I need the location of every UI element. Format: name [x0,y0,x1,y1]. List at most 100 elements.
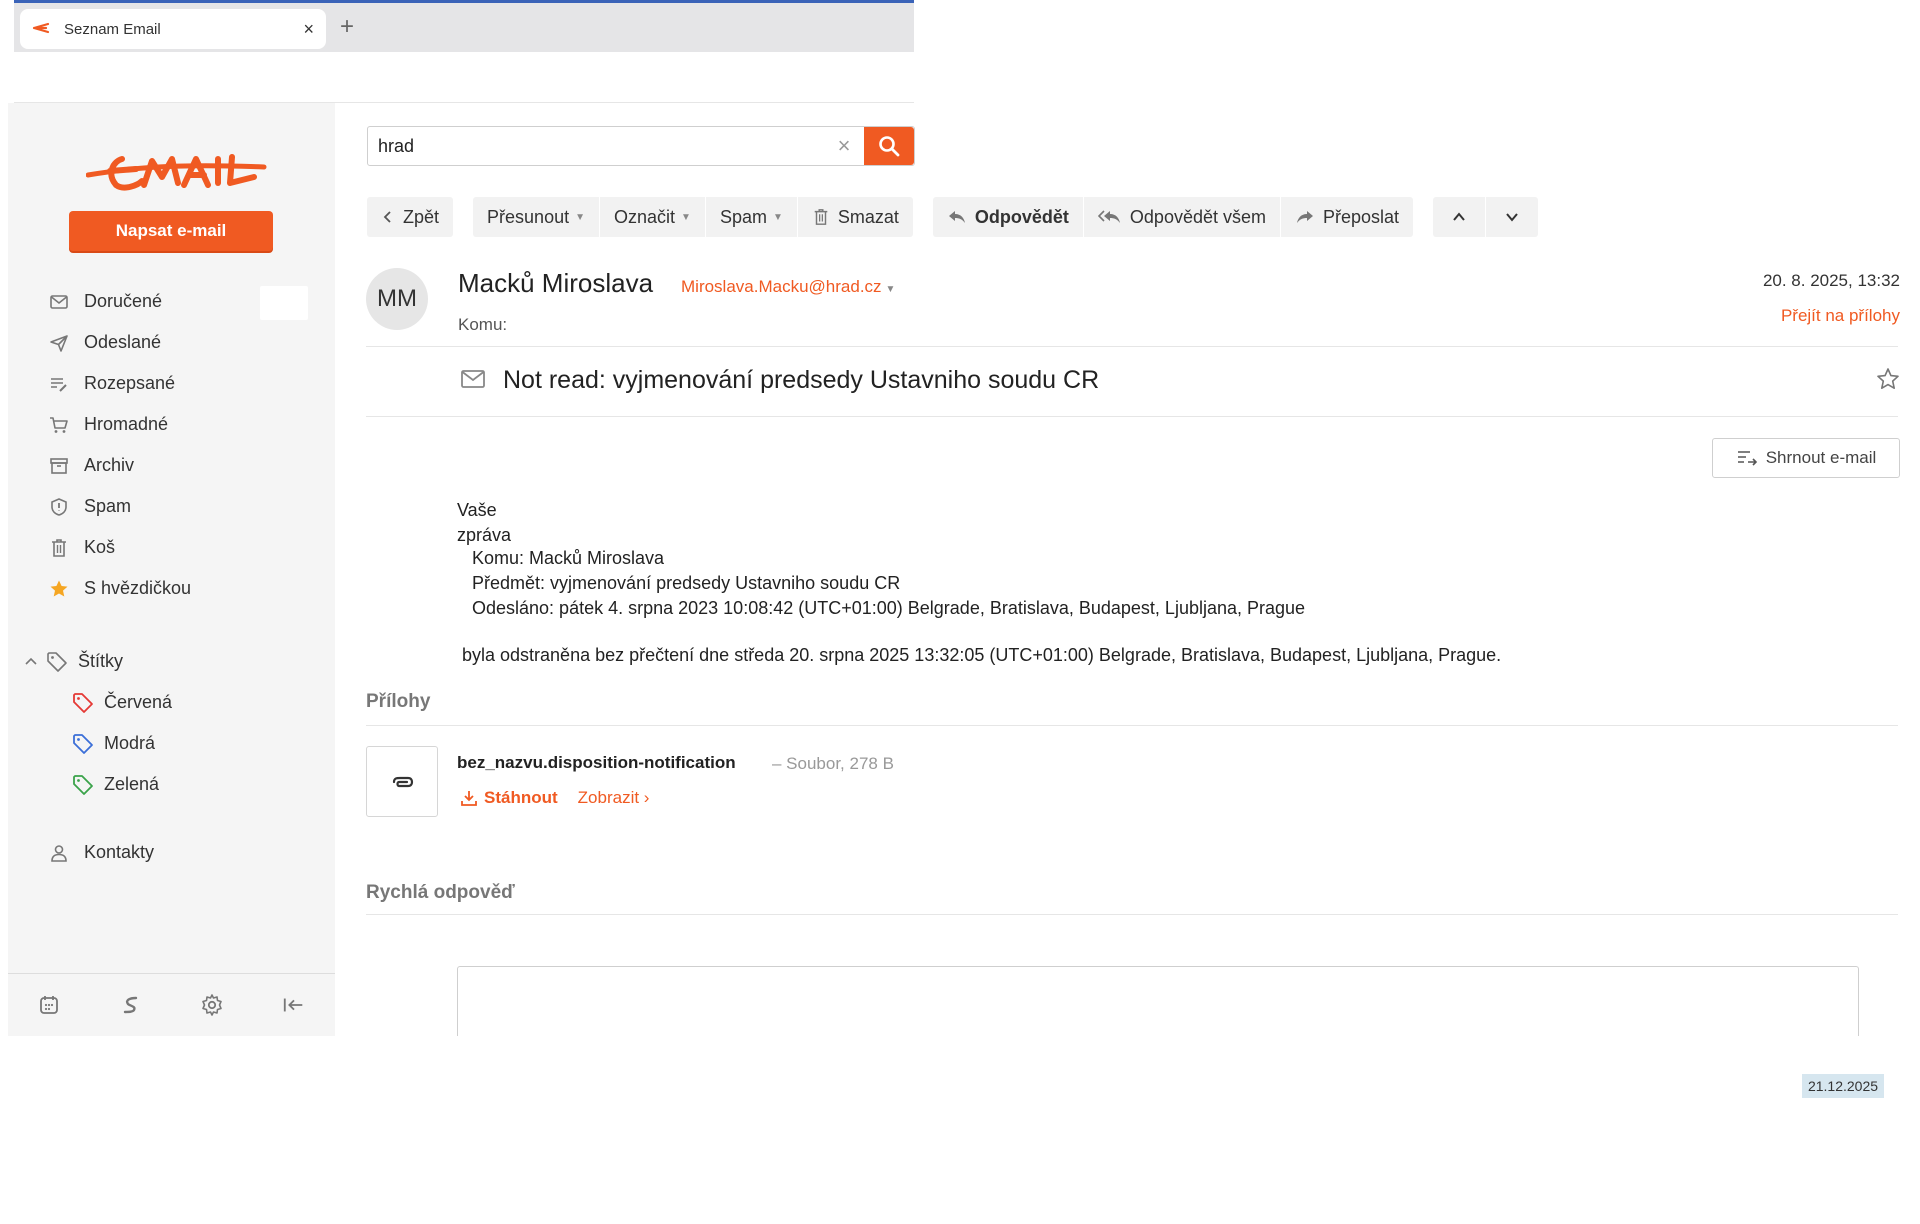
mark-button[interactable]: Označit ▼ [600,197,706,237]
spam-button[interactable]: Spam ▼ [706,197,798,237]
quick-reply-title: Rychlá odpověď [366,882,515,903]
toolbar-group-back: Zpět [367,197,454,237]
sidebar-item-sent[interactable]: Odeslané [8,322,335,363]
archive-icon [48,455,70,477]
reply-icon [948,211,965,223]
shield-icon [48,496,70,518]
sidebar-item-bulk[interactable]: Hromadné [8,404,335,445]
tab-title: Seznam Email [64,20,161,38]
body-meta: Komu: Macků Miroslava Předmět: vyjmenová… [472,546,1305,621]
trash-icon [814,209,828,225]
tag-icon [72,692,94,714]
labels-header-label: Štítky [78,651,124,671]
attachment-actions: Stáhnout Zobrazit › [460,788,649,808]
sidebar-item-trash[interactable]: Koš [8,527,335,568]
summarize-icon [1737,451,1757,466]
sidebar-item-drafts[interactable]: Rozepsané [8,363,335,404]
draft-icon [48,373,70,395]
search-bar: × [367,126,915,166]
seznam-s-icon[interactable] [119,993,143,1017]
sidebar-item-label: S hvězdičkou [84,578,192,598]
sidebar-item-label: Doručené [84,291,163,311]
sidebar-item-spam[interactable]: Spam [8,486,335,527]
move-button[interactable]: Přesunout ▼ [473,197,600,237]
trash-icon [48,537,70,559]
sender-email-link[interactable]: Miroslava.Macku@hrad.cz ▼ [681,277,895,297]
sidebar-footer [8,973,335,1036]
inbox-icon [48,291,70,313]
send-icon [48,332,70,354]
back-button[interactable]: Zpět [367,197,453,237]
forward-label: Přeposlat [1323,206,1400,227]
sidebar-item-archive[interactable]: Archiv [8,445,335,486]
sidebar: Napsat e-mail Doručené Odeslané Rozepsan… [8,103,335,1036]
summarize-label: Shrnout e-mail [1765,448,1877,467]
search-button[interactable] [864,127,914,165]
taskbar-date: 21.12.2025 [1802,1074,1884,1098]
quick-reply-input[interactable] [457,966,1859,1036]
attachment-thumbnail[interactable] [366,746,438,817]
cart-icon [48,414,70,436]
tab-close-icon[interactable]: × [303,19,314,40]
attachment-meta: – Soubor, 278 B [772,754,894,773]
download-link[interactable]: Stáhnout [460,788,558,808]
reply-button[interactable]: Odpovědět [933,197,1084,237]
calendar-icon[interactable] [37,993,61,1017]
seznam-logo-icon [32,19,54,40]
reply-all-button[interactable]: Odpovědět všem [1084,197,1281,237]
compose-button[interactable]: Napsat e-mail [69,211,273,251]
sidebar-item-contacts[interactable]: Kontakty [48,832,154,873]
reply-all-label: Odpovědět všem [1129,206,1266,227]
labels-list: Červená Modrá Zelená [8,682,335,805]
forward-button[interactable]: Přeposlat [1281,197,1413,237]
person-icon [48,842,70,864]
reply-all-icon [1097,210,1120,223]
body-greeting: Vaše zpráva [457,500,512,545]
next-message-button[interactable] [1486,197,1538,237]
sender-name: Macků Miroslava [458,268,654,298]
delete-button[interactable]: Smazat [798,197,913,237]
caret-down-icon: ▼ [885,284,896,295]
avatar: MM [366,268,428,330]
gear-icon[interactable] [200,993,224,1017]
star-toggle-icon[interactable] [1876,367,1900,396]
goto-attachments-link[interactable]: Přejít na přílohy [1781,306,1900,326]
message-date: 20. 8. 2025, 13:32 [1762,271,1900,290]
browser-tab[interactable]: Seznam Email × [20,9,326,49]
body-to: Komu: Macků Miroslava [472,548,665,568]
label-item-blue[interactable]: Modrá [8,723,335,764]
search-input[interactable] [368,127,824,165]
previous-message-button[interactable] [1433,197,1487,237]
caret-down-icon: ▼ [681,211,691,223]
body-final: byla odstraněna bez přečtení dne středa … [462,645,1502,665]
label-item-red[interactable]: Červená [8,682,335,723]
sidebar-item-label: Kontakty [84,842,155,862]
chevron-up-icon [1453,212,1465,221]
sidebar-item-starred[interactable]: S hvězdičkou [8,568,335,609]
summarize-email-button[interactable]: Shrnout e-mail [1712,438,1900,478]
download-label: Stáhnout [484,788,558,807]
reply-label: Odpovědět [974,206,1069,227]
labels-toggle[interactable]: Štítky [24,641,123,682]
label-item-green[interactable]: Zelená [8,764,335,805]
recipient-label: Komu: [458,315,508,334]
envelope-icon [460,368,486,395]
body-sent: Odesláno: pátek 4. srpna 2023 10:08:42 (… [472,598,1306,618]
folder-nav: Doručené Odeslané Rozepsané Hromadné Arc… [8,281,335,609]
caret-down-icon: ▼ [575,211,585,223]
tag-icon [46,651,68,673]
browser-tab-bar: Seznam Email × + [14,0,914,52]
caret-down-icon: ▼ [772,211,783,223]
sidebar-item-label: Koš [84,537,116,557]
new-tab-button[interactable]: + [340,13,354,41]
move-label: Přesunout [487,206,570,227]
clear-search-icon[interactable]: × [824,127,864,165]
sidebar-item-label: Odeslané [84,332,162,352]
sidebar-item-label: Rozepsané [84,373,176,393]
star-icon [48,578,70,600]
view-attachment-link[interactable]: Zobrazit › [578,788,650,808]
sidebar-item-label: Spam [84,496,132,516]
sidebar-item-inbox[interactable]: Doručené [8,281,335,322]
collapse-sidebar-icon[interactable] [282,993,306,1017]
attachment-name: bez_nazvu.disposition-notification [457,753,736,772]
